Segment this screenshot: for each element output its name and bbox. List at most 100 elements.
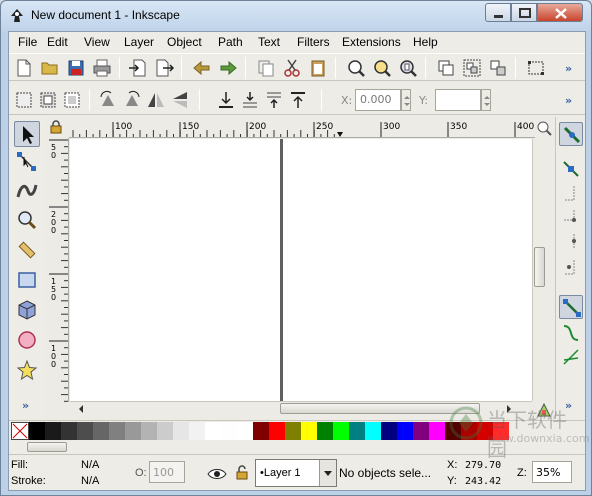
color-swatch[interactable]: [29, 422, 45, 440]
fill-stroke-button[interactable]: [525, 57, 547, 79]
menu-extensions[interactable]: Extensions: [342, 35, 401, 49]
opacity-input[interactable]: 100: [149, 461, 185, 483]
zoom-input[interactable]: 35%: [532, 461, 572, 483]
color-swatch[interactable]: [381, 422, 397, 440]
color-swatch[interactable]: [61, 422, 77, 440]
rectangle-tool[interactable]: [14, 267, 40, 293]
lower-button[interactable]: [239, 89, 261, 111]
menu-object[interactable]: Object: [167, 35, 202, 49]
node-tool[interactable]: [14, 149, 40, 175]
color-swatch[interactable]: [141, 422, 157, 440]
eye-icon[interactable]: [207, 467, 227, 481]
layer-lock-icon[interactable]: [235, 465, 249, 481]
select-all-layers-button[interactable]: [37, 89, 59, 111]
menu-file[interactable]: File: [18, 35, 37, 49]
save-button[interactable]: [65, 57, 87, 79]
menu-view[interactable]: View: [84, 35, 110, 49]
tweak-tool[interactable]: [14, 177, 40, 203]
color-swatch[interactable]: [349, 422, 365, 440]
color-swatch[interactable]: [253, 422, 269, 440]
no-paint-swatch[interactable]: [11, 422, 29, 440]
color-swatch[interactable]: [109, 422, 125, 440]
color-swatch[interactable]: [77, 422, 93, 440]
close-button[interactable]: [537, 3, 583, 22]
raise-to-top-button[interactable]: [287, 89, 309, 111]
snap-paths-button[interactable]: [559, 321, 583, 345]
print-button[interactable]: [91, 57, 113, 79]
measure-tool[interactable]: [14, 237, 40, 263]
open-button[interactable]: [39, 57, 61, 79]
title-bar[interactable]: New document 1 - Inkscape: [1, 1, 591, 31]
zoom-corner-icon[interactable]: [536, 120, 552, 136]
menu-layer[interactable]: Layer: [124, 35, 154, 49]
more-commands-icon[interactable]: »: [565, 62, 572, 75]
duplicate-button[interactable]: [435, 57, 457, 79]
palette-scroll-thumb[interactable]: [27, 442, 67, 452]
color-swatch[interactable]: [221, 422, 237, 440]
snap-toggle-button[interactable]: [559, 122, 583, 146]
color-swatch[interactable]: [189, 422, 205, 440]
y-input[interactable]: [435, 89, 481, 111]
3d-box-tool[interactable]: [14, 297, 40, 323]
snap-bbox-midpoint-button[interactable]: [559, 229, 583, 253]
stroke-value[interactable]: N/A: [81, 475, 99, 487]
color-swatch[interactable]: [365, 422, 381, 440]
zoom-selection-button[interactable]: [345, 57, 367, 79]
snap-bbox-button[interactable]: [559, 157, 583, 181]
maximize-button[interactable]: [511, 3, 537, 22]
x-spin-button[interactable]: [401, 89, 411, 111]
x-input[interactable]: 0.000: [355, 89, 401, 111]
lock-icon[interactable]: [49, 120, 63, 134]
deselect-button[interactable]: [61, 89, 83, 111]
import-button[interactable]: [127, 57, 149, 79]
color-swatch[interactable]: [157, 422, 173, 440]
color-swatch[interactable]: [397, 422, 413, 440]
group-button[interactable]: [461, 57, 483, 79]
snap-bbox-corner-button[interactable]: [559, 205, 583, 229]
drawing-canvas[interactable]: [70, 139, 532, 401]
color-swatch[interactable]: [285, 422, 301, 440]
zoom-tool[interactable]: [14, 207, 40, 233]
color-swatch[interactable]: [429, 422, 445, 440]
lower-to-bottom-button[interactable]: [215, 89, 237, 111]
selector-tool[interactable]: [14, 121, 40, 147]
export-button[interactable]: [153, 57, 175, 79]
color-swatch[interactable]: [237, 422, 253, 440]
menu-filters[interactable]: Filters: [297, 35, 330, 49]
flip-horizontal-button[interactable]: [145, 89, 167, 111]
more-tools-icon[interactable]: »: [22, 399, 29, 412]
minimize-button[interactable]: [485, 3, 511, 22]
copy-button[interactable]: [255, 57, 277, 79]
star-tool[interactable]: [14, 357, 40, 383]
fill-value[interactable]: N/A: [81, 459, 99, 471]
color-swatch[interactable]: [173, 422, 189, 440]
snap-intersection-button[interactable]: [559, 345, 583, 369]
color-swatch[interactable]: [301, 422, 317, 440]
flip-vertical-button[interactable]: [169, 89, 191, 111]
color-swatch[interactable]: [125, 422, 141, 440]
chevron-down-icon[interactable]: [319, 460, 336, 486]
menu-help[interactable]: Help: [413, 35, 438, 49]
cut-button[interactable]: [281, 57, 303, 79]
menu-text[interactable]: Text: [258, 35, 280, 49]
menu-path[interactable]: Path: [218, 35, 243, 49]
rotate-cw-button[interactable]: [121, 89, 143, 111]
zoom-page-button[interactable]: [397, 57, 419, 79]
scroll-left-icon[interactable]: [76, 403, 86, 415]
undo-button[interactable]: [191, 57, 213, 79]
redo-button[interactable]: [217, 57, 239, 79]
color-swatch[interactable]: [413, 422, 429, 440]
color-swatch[interactable]: [333, 422, 349, 440]
select-all-button[interactable]: [13, 89, 35, 111]
color-swatch[interactable]: [269, 422, 285, 440]
ungroup-button[interactable]: [487, 57, 509, 79]
rotate-ccw-button[interactable]: [97, 89, 119, 111]
horizontal-ruler[interactable]: 100 150 200 250 300 350 400: [69, 120, 535, 138]
menu-edit[interactable]: Edit: [47, 35, 68, 49]
color-swatch[interactable]: [205, 422, 221, 440]
snap-bbox-edge-button[interactable]: [559, 181, 583, 205]
vertical-scroll-thumb[interactable]: [534, 247, 545, 287]
snap-bbox-center-button[interactable]: [559, 255, 583, 279]
vertical-ruler[interactable]: 50200150100: [47, 138, 69, 402]
zoom-drawing-button[interactable]: [371, 57, 393, 79]
